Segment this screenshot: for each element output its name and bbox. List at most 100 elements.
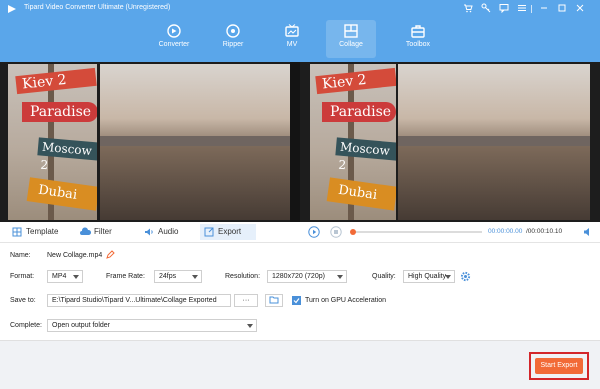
player-controls: 00:00:00.00 /00:00:10.10 bbox=[300, 222, 600, 242]
tab-export-label: Export bbox=[218, 227, 242, 236]
nav-toolbox-label: Toolbox bbox=[405, 41, 431, 48]
chevron-down-icon bbox=[337, 275, 343, 279]
folder-icon bbox=[269, 296, 279, 304]
browse-button[interactable]: ··· bbox=[234, 294, 258, 307]
feedback-icon[interactable] bbox=[498, 3, 510, 15]
tab-template[interactable]: Template bbox=[8, 224, 68, 240]
saveto-value: E:\Tipard Studio\Tipard V...Ultimate\Col… bbox=[52, 297, 217, 304]
framerate-value: 24fps bbox=[159, 273, 177, 280]
tab-audio-label: Audio bbox=[158, 227, 179, 236]
framerate-label: Frame Rate: bbox=[106, 273, 145, 280]
complete-value: Open output folder bbox=[52, 322, 110, 329]
quality-value: High Quality bbox=[408, 273, 447, 280]
filter-icon bbox=[80, 227, 91, 235]
nav-ripper-label: Ripper bbox=[222, 41, 244, 48]
sea-strip bbox=[398, 136, 590, 146]
cart-icon[interactable] bbox=[462, 3, 474, 15]
menu-icon[interactable] bbox=[516, 3, 528, 15]
format-label: Format: bbox=[10, 273, 35, 280]
chevron-down-icon bbox=[445, 275, 451, 279]
chevron-down-icon bbox=[192, 275, 198, 279]
name-value[interactable]: New Collage.mp4 bbox=[47, 252, 102, 260]
footer-bar bbox=[0, 340, 600, 389]
quality-label: Quality: bbox=[372, 273, 396, 280]
check-icon bbox=[293, 298, 300, 304]
name-label: Name: bbox=[10, 252, 31, 259]
close-icon[interactable] bbox=[574, 3, 586, 15]
time-total: /00:00:10.10 bbox=[526, 228, 563, 235]
export-icon bbox=[204, 227, 214, 237]
gpu-checkbox[interactable] bbox=[292, 296, 301, 305]
start-export-button[interactable]: Start Export bbox=[535, 358, 583, 374]
title-divider bbox=[531, 5, 532, 13]
tab-filter[interactable]: Filter bbox=[76, 224, 126, 240]
volume-icon[interactable] bbox=[583, 227, 593, 237]
quality-select[interactable]: High Quality bbox=[403, 270, 455, 283]
progress-track[interactable] bbox=[352, 231, 482, 233]
output-cell-left: Kiev 2 Paradise Moscow 2 Dubai bbox=[310, 64, 396, 220]
resolution-value: 1280x720 (720p) bbox=[272, 273, 325, 280]
title-bar: Tipard Video Converter Ultimate (Unregis… bbox=[0, 0, 600, 62]
collage-icon bbox=[344, 24, 358, 38]
nav-ripper[interactable]: Ripper bbox=[208, 20, 258, 58]
tab-filter-label: Filter bbox=[94, 227, 112, 236]
saveto-label: Save to: bbox=[10, 297, 36, 304]
resolution-label: Resolution: bbox=[225, 273, 261, 280]
town-area bbox=[398, 146, 590, 220]
nav-collage[interactable]: Collage bbox=[326, 20, 376, 58]
complete-label: Complete: bbox=[10, 322, 42, 329]
edit-pencil-icon[interactable] bbox=[106, 250, 115, 259]
nav-converter-label: Converter bbox=[158, 41, 190, 48]
app-logo-icon bbox=[8, 5, 16, 13]
sign-moscow: Moscow 2 bbox=[37, 137, 97, 172]
sign-moscow: Moscow 2 bbox=[335, 137, 396, 172]
toolbox-icon bbox=[411, 25, 425, 38]
stop-icon[interactable] bbox=[330, 226, 342, 238]
resolution-select[interactable]: 1280x720 (720p) bbox=[267, 270, 347, 283]
progress-handle[interactable] bbox=[350, 229, 356, 235]
maximize-icon[interactable] bbox=[556, 3, 568, 15]
complete-select[interactable]: Open output folder bbox=[47, 319, 257, 332]
minimize-icon[interactable] bbox=[538, 3, 550, 15]
tab-audio[interactable]: Audio bbox=[140, 224, 190, 240]
sign-dubai: Dubai bbox=[326, 177, 396, 211]
time-current: 00:00:00.00 bbox=[488, 228, 523, 235]
nav-mv-label: MV bbox=[286, 41, 298, 48]
sign-paradise: Paradise bbox=[22, 102, 97, 122]
framerate-select[interactable]: 24fps bbox=[154, 270, 202, 283]
collage-output-preview: Kiev 2 Paradise Moscow 2 Dubai bbox=[300, 62, 600, 222]
tab-export[interactable]: Export bbox=[200, 224, 256, 240]
sign-kiev: Kiev 2 bbox=[315, 67, 396, 95]
format-value: MP4 bbox=[52, 273, 67, 280]
key-icon[interactable] bbox=[480, 3, 492, 15]
collage-cell-left[interactable]: Kiev 2 Paradise Moscow 2 Dubai bbox=[8, 64, 97, 220]
play-icon[interactable] bbox=[308, 226, 320, 238]
nav-toolbox[interactable]: Toolbox bbox=[393, 20, 443, 58]
template-icon bbox=[12, 227, 22, 237]
nav-mv[interactable]: MV bbox=[267, 20, 317, 58]
chevron-down-icon bbox=[247, 324, 253, 328]
chevron-down-icon bbox=[73, 275, 79, 279]
app-title: Tipard Video Converter Ultimate (Unregis… bbox=[24, 4, 171, 11]
converter-icon bbox=[167, 24, 181, 38]
nav-collage-label: Collage bbox=[339, 41, 363, 48]
sign-kiev: Kiev 2 bbox=[15, 67, 97, 95]
sign-paradise: Paradise bbox=[322, 102, 396, 122]
gpu-label: Turn on GPU Acceleration bbox=[305, 297, 387, 304]
sign-dubai: Dubai bbox=[26, 177, 97, 211]
collage-cell-right[interactable] bbox=[100, 64, 290, 220]
collage-edit-preview[interactable]: Kiev 2 Paradise Moscow 2 Dubai bbox=[0, 62, 300, 222]
nav-converter[interactable]: Converter bbox=[149, 20, 199, 58]
tab-template-label: Template bbox=[26, 227, 59, 236]
tab-separator bbox=[0, 242, 600, 243]
disc-icon bbox=[226, 24, 240, 38]
tv-icon bbox=[285, 24, 299, 37]
audio-icon bbox=[145, 228, 153, 236]
open-folder-button[interactable] bbox=[265, 294, 283, 307]
gear-icon[interactable] bbox=[460, 271, 471, 282]
output-cell-right bbox=[398, 64, 590, 220]
saveto-path-field[interactable]: E:\Tipard Studio\Tipard V...Ultimate\Col… bbox=[47, 294, 231, 307]
format-select[interactable]: MP4 bbox=[47, 270, 83, 283]
sea-strip bbox=[100, 136, 290, 146]
town-area bbox=[100, 146, 290, 220]
